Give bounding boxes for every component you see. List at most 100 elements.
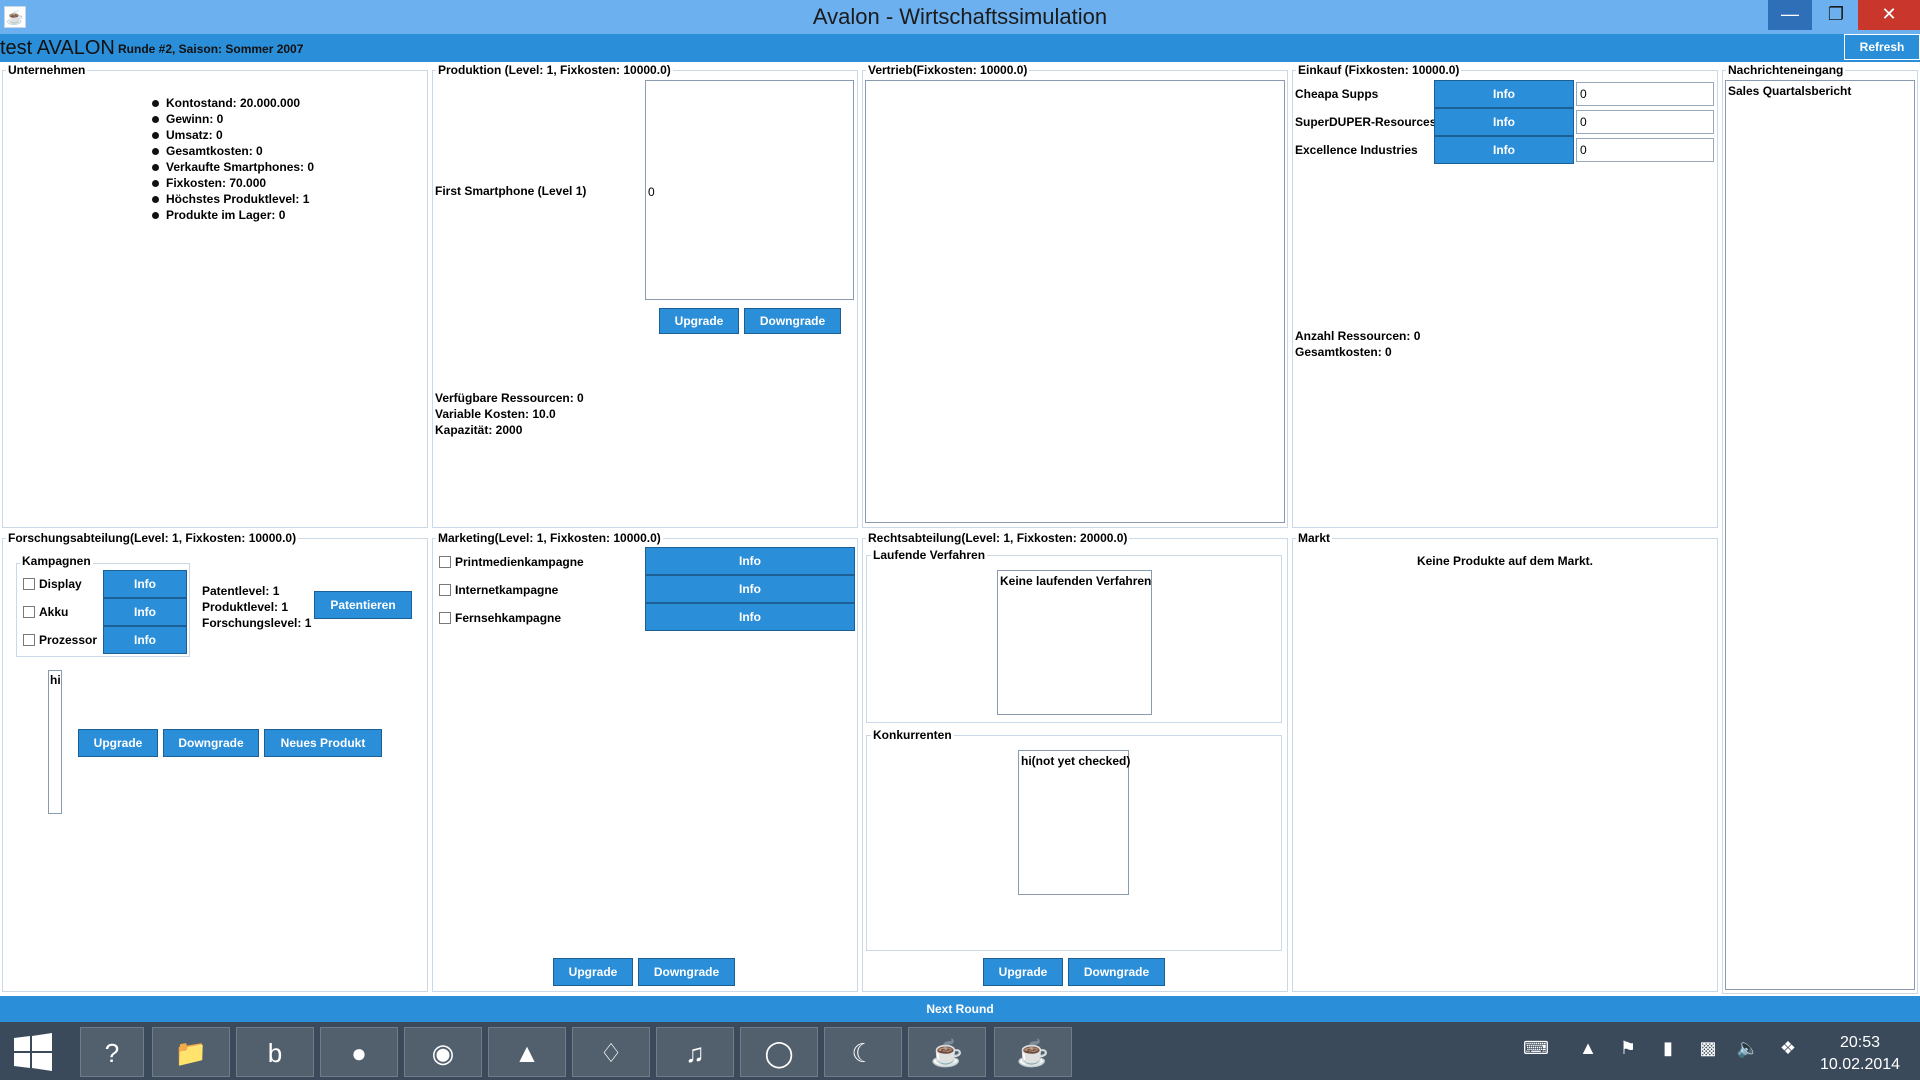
produktion-upgrade-button[interactable]: Upgrade	[659, 308, 739, 334]
fernseh-info-button[interactable]: Info	[645, 603, 855, 631]
eclipse-icon[interactable]: ☾	[824, 1027, 902, 1077]
forschung-levels: Patentlevel: 1 Produktlevel: 1 Forschung…	[202, 583, 311, 631]
clock-date: 10.02.2014	[1819, 1056, 1901, 1073]
produktion-title: Produktion (Level: 1, Fixkosten: 10000.0…	[436, 63, 673, 77]
total-costs: Gesamtkosten: 0	[1295, 345, 1392, 359]
maximize-button[interactable]: ❐	[1814, 0, 1858, 30]
supplier-info-button[interactable]: Info	[1434, 136, 1574, 164]
konkurrenten-list[interactable]: hi(not yet checked)	[1018, 750, 1130, 895]
stat-label: Produkte im Lager: 0	[166, 208, 286, 222]
supplier-name: SuperDUPER-Resources	[1295, 115, 1437, 129]
markt-message: Keine Produkte auf dem Markt.	[1416, 554, 1594, 568]
stat-label: Höchstes Produktlevel: 1	[166, 192, 310, 206]
forschung-upgrade-button[interactable]: Upgrade	[78, 729, 158, 757]
supplier-info-button[interactable]: Info	[1434, 80, 1574, 108]
variable-costs: Variable Kosten: 10.0	[435, 407, 556, 421]
game-name: test AVALON	[0, 37, 115, 59]
patent-level: Patentlevel: 1	[202, 584, 280, 598]
product-label: First Smartphone (Level 1)	[435, 184, 587, 198]
marketing-upgrade-button[interactable]: Upgrade	[553, 958, 633, 986]
internet-checkbox[interactable]	[439, 584, 451, 596]
close-button[interactable]: ✕	[1858, 0, 1920, 30]
message-list[interactable]: Sales Quartalsbericht	[1725, 80, 1915, 990]
bullet-icon	[152, 132, 159, 139]
research-list[interactable]: hi	[48, 670, 62, 814]
windows-start-icon[interactable]	[10, 1030, 56, 1074]
verfahren-item[interactable]: Keine laufenden Verfahren	[1000, 574, 1151, 588]
markt-title: Markt	[1296, 531, 1333, 545]
file-explorer-icon[interactable]: 📁	[152, 1027, 230, 1077]
minimize-button[interactable]: —	[1768, 0, 1812, 30]
supplier-quantity-input[interactable]: 0	[1576, 82, 1714, 106]
supplier-quantity-input[interactable]: 0	[1576, 110, 1714, 134]
prozessor-info-button[interactable]: Info	[103, 626, 187, 654]
akku-info-button[interactable]: Info	[103, 598, 187, 626]
acrobat-icon[interactable]: ♢	[572, 1027, 650, 1077]
supplier-info-button[interactable]: Info	[1434, 108, 1574, 136]
bullet-icon	[152, 180, 159, 187]
dropbox-icon[interactable]: ❖	[1774, 1038, 1802, 1059]
verfahren-title: Laufende Verfahren	[871, 548, 988, 562]
display-info-button[interactable]: Info	[103, 570, 187, 598]
display-checkbox[interactable]	[23, 578, 35, 590]
message-item[interactable]: Sales Quartalsbericht	[1728, 84, 1851, 98]
internet-info-button[interactable]: Info	[645, 575, 855, 603]
java-icon[interactable]: ☕	[908, 1027, 986, 1077]
java-app-icon[interactable]: ☕	[4, 6, 26, 28]
production-list[interactable]: 0	[645, 80, 854, 300]
next-round-button[interactable]: Next Round	[0, 996, 1920, 1022]
battery-icon[interactable]: ▮	[1654, 1038, 1682, 1059]
available-resources: Verfügbare Ressourcen: 0	[435, 391, 584, 405]
fernseh-checkbox[interactable]	[439, 612, 451, 624]
chat-icon[interactable]: ◯	[740, 1027, 818, 1077]
kampagnen-title: Kampagnen	[20, 554, 93, 568]
patentieren-button[interactable]: Patentieren	[314, 591, 412, 619]
production-value: 0	[648, 185, 655, 199]
clock[interactable]: 20:53 10.02.2014	[1808, 1032, 1912, 1076]
speaker-muted-icon[interactable]: 🔈	[1734, 1038, 1762, 1059]
recht-downgrade-button[interactable]: Downgrade	[1068, 958, 1165, 986]
chevron-up-icon[interactable]: ▲	[1574, 1038, 1602, 1059]
display-label: Display	[39, 577, 82, 591]
bullet-icon	[152, 100, 159, 107]
recht-upgrade-button[interactable]: Upgrade	[983, 958, 1063, 986]
firefox-icon[interactable]: ●	[320, 1027, 398, 1077]
internet-label: Internetkampagne	[455, 583, 559, 597]
akku-checkbox[interactable]	[23, 606, 35, 618]
vertrieb-title: Vertrieb(Fixkosten: 10000.0)	[866, 63, 1030, 77]
research-list-item[interactable]: hi	[50, 673, 61, 687]
forschungs-level: Forschungslevel: 1	[202, 616, 312, 630]
verfahren-list[interactable]: Keine laufenden Verfahren	[997, 570, 1152, 715]
printmedien-label: Printmedienkampagne	[455, 555, 584, 569]
vertrieb-list[interactable]	[865, 80, 1285, 523]
produktion-downgrade-button[interactable]: Downgrade	[744, 308, 841, 334]
markt-panel	[1292, 538, 1718, 992]
signal-icon[interactable]: ▩	[1694, 1038, 1722, 1059]
chrome-icon[interactable]: ◉	[404, 1027, 482, 1077]
unternehmen-title: Unternehmen	[6, 63, 88, 77]
stat-label: Gewinn: 0	[166, 112, 224, 126]
package-icon[interactable]: ▲	[488, 1027, 566, 1077]
printmedien-checkbox[interactable]	[439, 556, 451, 568]
java-icon[interactable]: ☕	[994, 1027, 1072, 1077]
neues-produkt-button[interactable]: Neues Produkt	[264, 729, 382, 757]
flag-icon[interactable]: ⚑	[1614, 1038, 1642, 1059]
recht-title: Rechtsabteilung(Level: 1, Fixkosten: 200…	[866, 531, 1130, 545]
konkurrent-item[interactable]: hi(not yet checked)	[1021, 754, 1130, 768]
keyboard-icon[interactable]: ⌨	[1514, 1038, 1558, 1059]
bullet-icon	[152, 164, 159, 171]
supplier-quantity-input[interactable]: 0	[1576, 138, 1714, 162]
supplier-name: Excellence Industries	[1295, 143, 1418, 157]
itunes-icon[interactable]: ♫	[656, 1027, 734, 1077]
marketing-title: Marketing(Level: 1, Fixkosten: 10000.0)	[436, 531, 663, 545]
forschung-downgrade-button[interactable]: Downgrade	[163, 729, 259, 757]
akku-label: Akku	[39, 605, 69, 619]
marketing-downgrade-button[interactable]: Downgrade	[638, 958, 735, 986]
stat-label: Verkaufte Smartphones: 0	[166, 160, 315, 174]
help-icon[interactable]: ?	[80, 1027, 144, 1077]
refresh-button[interactable]: Refresh	[1844, 34, 1920, 60]
printmedien-info-button[interactable]: Info	[645, 547, 855, 575]
prozessor-checkbox[interactable]	[23, 634, 35, 646]
konkurrenten-title: Konkurrenten	[871, 728, 954, 742]
bing-icon[interactable]: b	[236, 1027, 314, 1077]
